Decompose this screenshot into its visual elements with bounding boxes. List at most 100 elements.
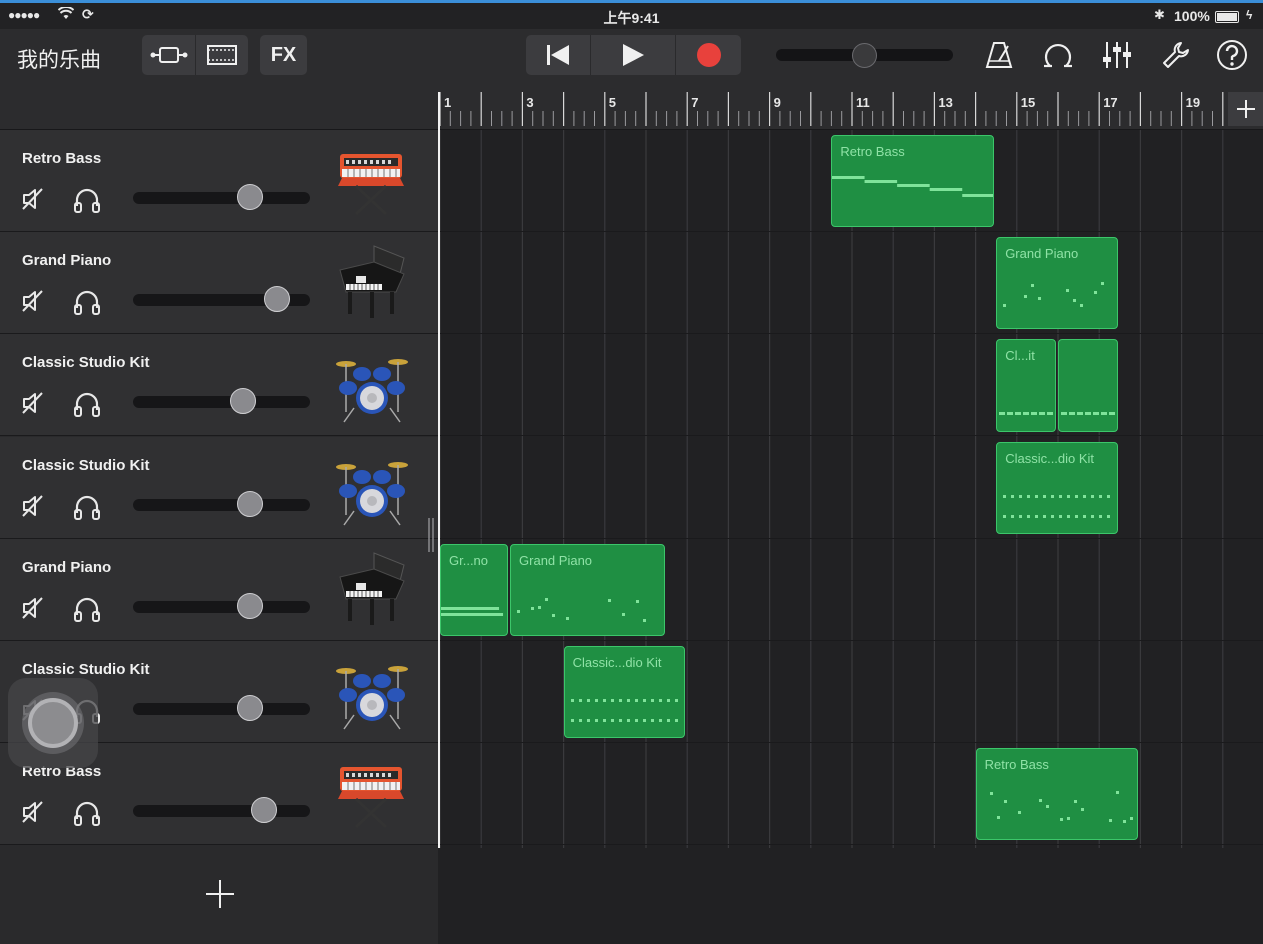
rewind-button[interactable] <box>526 35 590 75</box>
track-volume-slider[interactable] <box>133 600 310 613</box>
track-header[interactable]: Classic Studio Kit <box>0 334 438 437</box>
drum-kit-icon[interactable] <box>334 445 410 529</box>
track-lane[interactable] <box>438 334 1263 437</box>
region-label: Gr...no <box>449 552 489 568</box>
drum-kit-icon[interactable] <box>334 649 410 733</box>
fx-button[interactable]: FX <box>260 35 307 75</box>
track-name: Classic Studio Kit <box>22 456 150 474</box>
track-volume-knob[interactable] <box>237 490 264 517</box>
status-bar: ●●●●● ⟳ 上午9:41 ✱ 100% ϟ <box>0 3 1263 29</box>
plus-icon <box>206 880 234 908</box>
ruler-bar-label: 15 <box>1021 95 1035 110</box>
play-button[interactable] <box>591 35 675 75</box>
track-lane[interactable] <box>438 232 1263 335</box>
midi-region[interactable]: Grand Piano <box>510 543 665 636</box>
settings-wrench-icon <box>1163 42 1189 68</box>
track-volume-slider[interactable] <box>133 192 310 204</box>
transport-controls <box>526 35 741 75</box>
loop-browser-button[interactable] <box>1040 37 1076 73</box>
midi-region[interactable] <box>1058 339 1118 432</box>
timeline-ruler[interactable]: 1 3 5 7 9 11 13 15 17 19 <box>438 92 1263 130</box>
track-volume-knob[interactable] <box>237 184 264 210</box>
solo-headphones-icon[interactable] <box>73 288 101 316</box>
track-volume-knob[interactable] <box>237 695 264 721</box>
track-lane[interactable] <box>438 437 1263 539</box>
solo-headphones-icon[interactable] <box>73 595 101 623</box>
midi-region[interactable]: Grand Piano <box>996 237 1118 330</box>
track-header[interactable]: Retro Bass <box>0 130 438 232</box>
tracks-view-icon <box>150 47 187 63</box>
track-volume-knob[interactable] <box>264 286 291 313</box>
midi-region[interactable]: Classic...dio Kit <box>563 646 686 739</box>
track-lane[interactable] <box>438 743 1263 846</box>
track-header-resize-handle[interactable] <box>426 516 436 554</box>
ruler-add-section-button[interactable] <box>1228 92 1263 126</box>
record-button[interactable] <box>676 35 741 75</box>
solo-headphones-icon[interactable] <box>73 493 101 521</box>
grand-piano-icon[interactable] <box>334 240 410 324</box>
grand-piano-icon[interactable] <box>334 547 410 631</box>
tracks-view-button[interactable] <box>142 35 195 75</box>
metronome-button[interactable] <box>981 37 1017 73</box>
track-name: Classic Studio Kit <box>22 661 150 678</box>
synth-keyboard-icon[interactable] <box>334 138 410 222</box>
help-icon <box>1217 40 1247 70</box>
track-lane[interactable] <box>438 641 1263 743</box>
ruler-bar-label: 11 <box>856 95 870 110</box>
mixer-icon <box>1103 42 1131 68</box>
region-label: Classic...dio Kit <box>572 655 662 670</box>
track-header[interactable]: Grand Piano <box>0 232 438 335</box>
mute-icon[interactable] <box>20 288 46 314</box>
ruler-bar-label: 17 <box>1103 95 1117 110</box>
track-header[interactable]: Classic Studio Kit <box>0 436 438 539</box>
solo-headphones-icon[interactable] <box>73 390 101 418</box>
ruler-bar-label: 7 <box>691 95 698 110</box>
track-header[interactable]: Grand Piano <box>0 538 438 641</box>
loop-icon <box>1044 44 1072 68</box>
add-track-button[interactable] <box>200 874 240 914</box>
track-volume-knob[interactable] <box>237 592 264 619</box>
assistive-touch-button[interactable] <box>8 678 98 768</box>
track-name: Grand Piano <box>22 558 112 576</box>
mute-icon[interactable] <box>20 799 46 825</box>
solo-headphones-icon[interactable] <box>73 799 101 827</box>
view-segmented-control <box>142 35 248 75</box>
settings-button[interactable] <box>1158 37 1194 73</box>
track-volume-slider[interactable] <box>133 396 310 409</box>
region-label: Cl...it <box>1005 348 1035 364</box>
plus-icon <box>1236 100 1255 118</box>
mute-icon[interactable] <box>20 390 46 416</box>
midi-region[interactable]: Gr...no <box>440 543 509 636</box>
solo-headphones-icon[interactable] <box>73 186 101 214</box>
mute-icon[interactable] <box>20 186 46 212</box>
ruler-corner <box>0 92 438 130</box>
songs-title[interactable]: 我的乐曲 <box>17 44 101 74</box>
synth-keyboard-icon[interactable] <box>334 751 410 835</box>
master-volume-knob[interactable] <box>852 43 877 68</box>
drum-kit-icon[interactable] <box>334 342 410 426</box>
region-label: Grand Piano <box>1005 246 1079 262</box>
region-notes <box>1061 412 1115 416</box>
region-label: Retro Bass <box>840 144 905 159</box>
multitake-view-button[interactable] <box>196 35 248 75</box>
region-label: Grand Piano <box>519 552 593 568</box>
track-volume-slider[interactable] <box>133 805 310 818</box>
midi-region[interactable]: Cl...it <box>996 339 1056 432</box>
arrange-area[interactable]: Retro Bass Grand Piano Cl...it Classic...di… <box>438 130 1263 944</box>
help-button[interactable] <box>1214 37 1250 73</box>
midi-region[interactable]: Retro Bass <box>831 135 995 228</box>
play-icon <box>623 44 644 66</box>
metronome-icon <box>985 42 1013 68</box>
mute-icon[interactable] <box>20 595 46 621</box>
multitake-view-icon <box>207 45 237 65</box>
midi-region[interactable]: Retro Bass <box>975 748 1139 841</box>
mixer-button[interactable] <box>1099 37 1135 73</box>
track-volume-slider[interactable] <box>133 703 310 715</box>
playhead[interactable] <box>438 92 440 848</box>
track-volume-knob[interactable] <box>229 388 256 415</box>
track-volume-slider[interactable] <box>133 498 310 511</box>
track-volume-knob[interactable] <box>250 797 277 824</box>
mute-icon[interactable] <box>20 493 46 519</box>
toolbar: 我的乐曲 FX <box>0 29 1263 92</box>
midi-region[interactable]: Classic...dio Kit <box>996 441 1118 534</box>
